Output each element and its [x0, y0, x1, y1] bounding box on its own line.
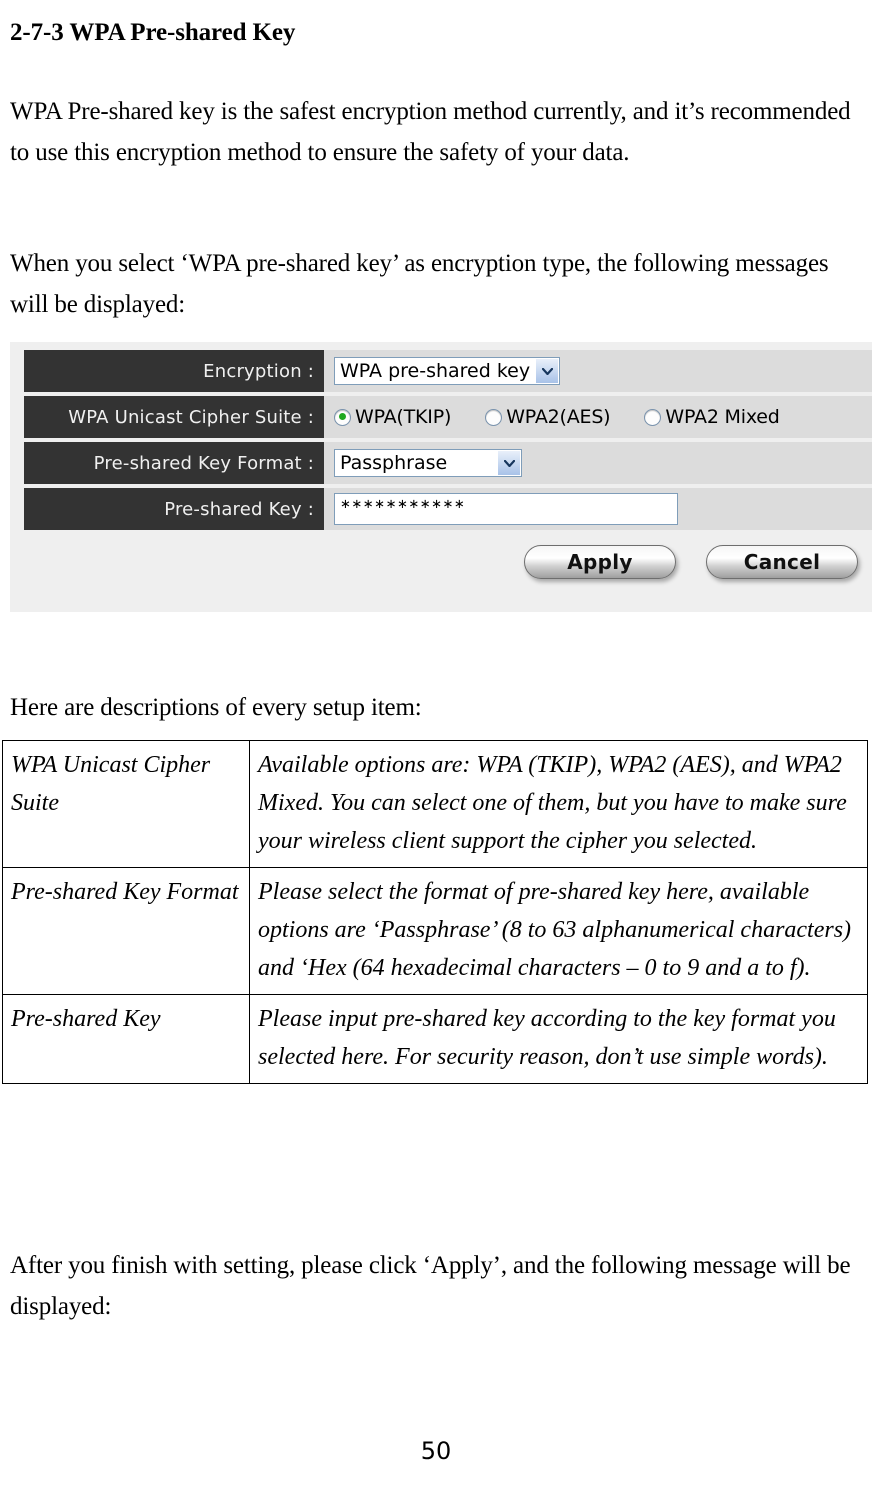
- key-format-label: Pre-shared Key Format :: [24, 442, 324, 484]
- pre-shared-key-field: ∗∗∗∗∗∗∗∗∗∗∗: [324, 488, 872, 530]
- page-number: 50: [420, 1437, 452, 1465]
- term-cell: Pre-shared Key Format: [2, 867, 250, 995]
- radio-label-wpa2-aes: WPA2(AES): [506, 406, 611, 428]
- radio-label-wpa2-mixed: WPA2 Mixed: [665, 406, 780, 428]
- key-format-select[interactable]: Passphrase: [334, 449, 522, 477]
- definition-cell: Please input pre-shared key according to…: [249, 994, 868, 1084]
- key-format-select-value: Passphrase: [340, 452, 448, 474]
- descriptions-intro: Here are descriptions of every setup ite…: [10, 694, 422, 721]
- radio-option-wpa-tkip[interactable]: WPA(TKIP): [334, 406, 451, 428]
- definition-cell: Please select the format of pre-shared k…: [249, 867, 868, 995]
- table-row: WPA Unicast Cipher Suite Available optio…: [2, 740, 868, 868]
- intro-paragraph: WPA Pre-shared key is the safest encrypt…: [10, 98, 851, 166]
- table-row: Pre-shared Key Format Please select the …: [2, 867, 868, 995]
- table-row: Pre-shared Key Please input pre-shared k…: [2, 994, 868, 1084]
- apply-button[interactable]: Apply: [524, 545, 676, 579]
- radio-label-wpa-tkip: WPA(TKIP): [355, 406, 452, 428]
- encryption-label: Encryption :: [24, 350, 324, 392]
- radio-icon-selected[interactable]: [334, 408, 351, 426]
- cancel-button[interactable]: Cancel: [706, 545, 858, 579]
- definition-cell: Available options are: WPA (TKIP), WPA2 …: [249, 740, 868, 868]
- setup-item-description-table: WPA Unicast Cipher Suite Available optio…: [2, 740, 868, 1084]
- selection-paragraph: When you select ‘WPA pre-shared key’ as …: [10, 250, 829, 318]
- cipher-suite-label: WPA Unicast Cipher Suite :: [24, 396, 324, 438]
- radio-icon-unselected[interactable]: [485, 408, 503, 426]
- button-bar: Apply Cancel: [10, 534, 872, 590]
- chevron-down-icon[interactable]: [536, 359, 559, 383]
- pre-shared-key-input[interactable]: ∗∗∗∗∗∗∗∗∗∗∗: [334, 493, 678, 525]
- radio-icon-unselected[interactable]: [644, 408, 662, 426]
- pre-shared-key-label: Pre-shared Key :: [24, 488, 324, 530]
- encryption-field: WPA pre-shared key: [324, 350, 872, 392]
- chevron-down-icon[interactable]: [498, 451, 520, 475]
- key-format-row: Pre-shared Key Format : Passphrase: [10, 442, 872, 484]
- closing-paragraph: After you finish with setting, please cl…: [10, 1252, 851, 1320]
- page-title: 2-7-3 WPA Pre-shared Key: [10, 18, 296, 46]
- cipher-suite-radio-group: WPA(TKIP) WPA2(AES) WPA2 Mixed: [334, 406, 780, 428]
- cipher-suite-field: WPA(TKIP) WPA2(AES) WPA2 Mixed: [324, 396, 872, 438]
- cipher-suite-row: WPA Unicast Cipher Suite : WPA(TKIP) WPA…: [10, 396, 872, 438]
- term-cell: Pre-shared Key: [2, 994, 250, 1084]
- radio-option-wpa2-mixed[interactable]: WPA2 Mixed: [644, 406, 780, 428]
- term-cell: WPA Unicast Cipher Suite: [2, 740, 250, 868]
- encryption-select[interactable]: WPA pre-shared key: [334, 357, 561, 385]
- router-config-screenshot: Encryption : WPA pre-shared key WPA Unic…: [10, 342, 872, 612]
- pre-shared-key-row: Pre-shared Key : ∗∗∗∗∗∗∗∗∗∗∗: [10, 488, 872, 530]
- key-format-field: Passphrase: [324, 442, 872, 484]
- document-page: 2-7-3 WPA Pre-shared Key WPA Pre-shared …: [0, 0, 872, 1487]
- radio-option-wpa2-aes[interactable]: WPA2(AES): [485, 406, 611, 428]
- encryption-select-value: WPA pre-shared key: [340, 360, 531, 382]
- encryption-row: Encryption : WPA pre-shared key: [10, 350, 872, 392]
